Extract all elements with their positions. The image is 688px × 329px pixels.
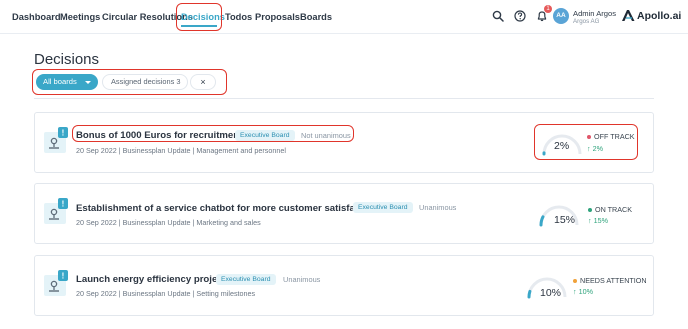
status-text: ON TRACK — [595, 205, 633, 214]
decision-icon: ! — [44, 198, 68, 224]
decision-icon: ! — [44, 270, 68, 296]
progress-value: 2% — [554, 140, 570, 152]
divider — [34, 98, 654, 99]
decision-title[interactable]: Launch energy efficiency project — [76, 274, 226, 285]
apollo-logo-icon — [622, 10, 635, 21]
gauge-progress-arc — [527, 289, 532, 299]
nav-todos[interactable]: Todos — [225, 12, 252, 22]
search-icon[interactable] — [492, 10, 504, 22]
status-dot — [573, 279, 577, 284]
status-text: OFF TRACK — [594, 132, 635, 141]
page-title: Decisions — [34, 51, 100, 68]
nav-circular-resolutions[interactable]: Circular Resolutions — [102, 12, 193, 22]
decision-card[interactable]: ! Bonus of 1000 Euros for recruitment Ex… — [34, 112, 654, 173]
nav-meetings[interactable]: Meetings — [60, 12, 100, 22]
avatar[interactable]: AA — [553, 8, 569, 24]
nav-boards[interactable]: Boards — [300, 12, 332, 22]
decision-meta: 20 Sep 2022 | Businessplan Update | Mark… — [76, 218, 261, 227]
notification-badge: 1 — [544, 5, 552, 13]
status-label: OFF TRACK — [587, 132, 635, 141]
app-logo[interactable]: Apollo.ai — [637, 10, 681, 22]
nav-decisions[interactable]: Decisions — [181, 12, 225, 22]
top-navigation: Dashboard Meetings Circular Resolutions … — [0, 0, 688, 34]
clear-filter-button[interactable]: × — [190, 74, 216, 90]
trend-label: ↑ 15% — [588, 216, 608, 225]
svg-text:!: ! — [62, 129, 65, 138]
decision-meta: 20 Sep 2022 | Businessplan Update | Mana… — [76, 146, 286, 155]
nav-dashboard[interactable]: Dashboard — [12, 12, 61, 22]
svg-text:!: ! — [62, 272, 65, 281]
user-organization: Argos AG — [573, 18, 600, 25]
board-badge: Executive Board — [235, 130, 295, 141]
status-dot — [588, 208, 592, 213]
decision-icon: ! — [44, 127, 68, 153]
trend-label: ↑ 10% — [573, 287, 593, 296]
status-label: NEEDS ATTENTION — [573, 276, 647, 285]
gauge-progress-arc — [539, 215, 545, 227]
majority-label: Not unanimous — [301, 131, 351, 140]
nav-proposals[interactable]: Proposals — [255, 12, 300, 22]
boards-filter-label: All boards — [43, 77, 77, 86]
progress-value: 10% — [540, 287, 562, 299]
status-label: ON TRACK — [588, 205, 632, 214]
assigned-decisions-filter-chip[interactable]: Assigned decisions 3 — [102, 74, 188, 90]
user-name[interactable]: Admin Argos — [573, 9, 616, 18]
decision-title[interactable]: Bonus of 1000 Euros for recruitment — [76, 130, 242, 141]
majority-label: Unanimous — [283, 275, 321, 284]
status-dot — [587, 135, 591, 140]
board-badge: Executive Board — [353, 202, 413, 213]
decision-title[interactable]: Establishment of a service chatbot for m… — [76, 203, 378, 214]
board-badge: Executive Board — [216, 274, 276, 285]
decision-card[interactable]: ! Establishment of a service chatbot for… — [34, 183, 654, 244]
decision-card[interactable]: ! Launch energy efficiency project Execu… — [34, 255, 654, 316]
majority-label: Unanimous — [419, 203, 457, 212]
nav-active-underline — [181, 25, 217, 27]
status-text: NEEDS ATTENTION — [580, 276, 647, 285]
trend-label: ↑ 2% — [587, 144, 603, 153]
chevron-down-icon — [85, 81, 91, 84]
svg-text:!: ! — [62, 200, 65, 209]
help-icon[interactable] — [514, 10, 526, 22]
progress-value: 15% — [554, 214, 576, 226]
boards-filter-dropdown[interactable]: All boards — [36, 74, 98, 90]
decision-meta: 20 Sep 2022 | Businessplan Update | Sett… — [76, 289, 256, 298]
